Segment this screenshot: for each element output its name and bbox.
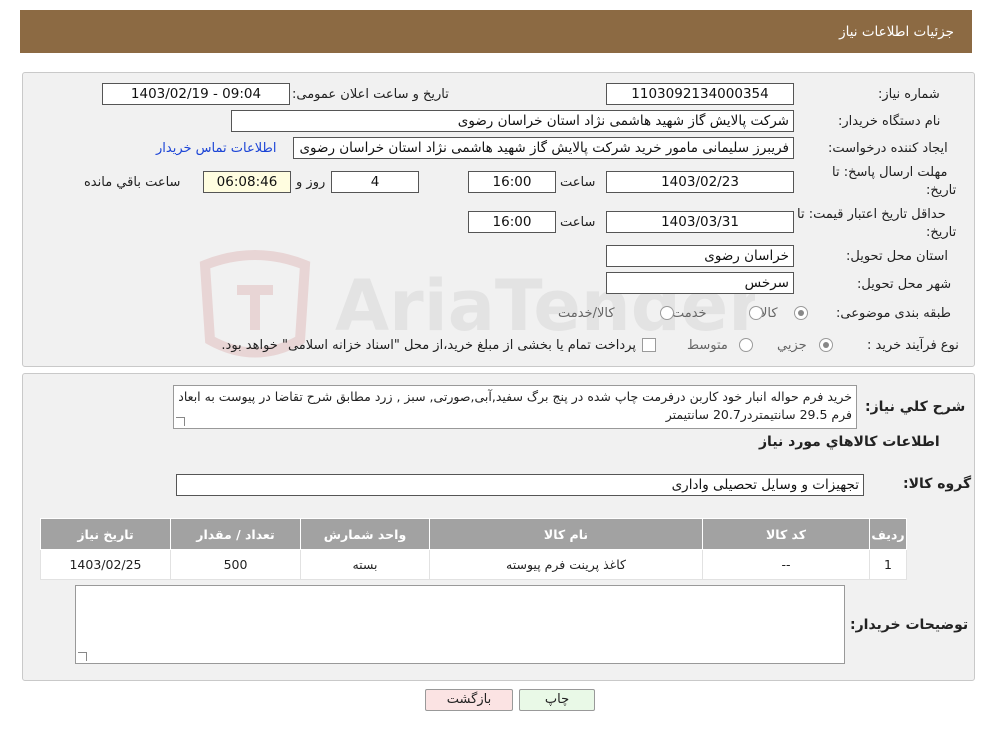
validity-time-field: 16:00 bbox=[468, 211, 556, 233]
deadline-time-field: 16:00 bbox=[468, 171, 556, 193]
process-option-medium: متوسط bbox=[687, 338, 728, 353]
process-note: پرداخت تمام یا بخشی از مبلغ خرید،از محل … bbox=[221, 338, 636, 353]
col-code: کد کالا bbox=[702, 518, 870, 550]
deadline-time-label: ساعت bbox=[560, 175, 596, 190]
treasury-checkbox[interactable] bbox=[642, 338, 656, 352]
page-title: جزئیات اطلاعات نیاز bbox=[839, 24, 954, 40]
announce-label: تاریخ و ساعت اعلان عمومی: bbox=[292, 87, 449, 102]
cell-code: -- bbox=[702, 549, 870, 580]
cell-qty: 500 bbox=[170, 549, 301, 580]
back-button[interactable]: بازگشت bbox=[425, 689, 513, 711]
goods-section-title: اطلاعات کالاهاي مورد نياز bbox=[759, 434, 940, 450]
days-remaining-field: 4 bbox=[331, 171, 419, 193]
province-field: خراسان رضوی bbox=[606, 245, 794, 267]
category-radio-goods-service[interactable] bbox=[660, 306, 674, 320]
creator-label: ایجاد کننده درخواست: bbox=[828, 141, 948, 156]
cell-date: 1403/02/25 bbox=[40, 549, 171, 580]
print-button[interactable]: چاپ bbox=[519, 689, 595, 711]
validity-date-field: 1403/03/31 bbox=[606, 211, 794, 233]
resize-handle-icon[interactable] bbox=[78, 652, 87, 661]
table-header-row: ردیف کد کالا نام کالا واحد شمارش تعداد /… bbox=[40, 518, 907, 550]
deadline-label: مهلت ارسال پاسخ: تا bbox=[832, 165, 948, 180]
category-radio-service[interactable] bbox=[749, 306, 763, 320]
col-qty: تعداد / مقدار bbox=[170, 518, 301, 550]
validity-date-label: تاریخ: bbox=[926, 225, 957, 240]
description-textarea[interactable]: خرید فرم حواله انبار خود کاربن درفرمت چا… bbox=[173, 385, 857, 429]
process-radio-medium[interactable] bbox=[739, 338, 753, 352]
creator-field: فریبرز سلیمانی مامور خرید شرکت پالایش گا… bbox=[293, 137, 794, 159]
cell-row: 1 bbox=[869, 549, 907, 580]
category-option-goods-service: کالا/خدمت bbox=[558, 306, 615, 321]
resize-handle-icon[interactable] bbox=[176, 417, 185, 426]
deadline-date-label: تاریخ: bbox=[926, 183, 957, 198]
page-header: جزئیات اطلاعات نیاز bbox=[20, 10, 972, 53]
remaining-time-field: 06:08:46 bbox=[203, 171, 291, 193]
announce-datetime-field: 1403/02/19 - 09:04 bbox=[102, 83, 290, 105]
items-table-container: ردیف کد کالا نام کالا واحد شمارش تعداد /… bbox=[40, 518, 907, 580]
goods-group-label: گروه کالا: bbox=[903, 476, 972, 492]
category-option-service: خدمت bbox=[672, 306, 707, 321]
category-label: طبقه بندی موضوعی: bbox=[836, 306, 952, 321]
deadline-date-field: 1403/02/23 bbox=[606, 171, 794, 193]
buyer-notes-label: توضیحات خریدار: bbox=[850, 617, 969, 633]
province-label: استان محل تحویل: bbox=[846, 249, 948, 264]
need-number-label: شماره نیاز: bbox=[878, 87, 940, 102]
process-label: نوع فرآیند خرید : bbox=[867, 338, 959, 353]
remaining-label: ساعت باقي مانده bbox=[84, 175, 181, 190]
description-text: خرید فرم حواله انبار خود کاربن درفرمت چا… bbox=[178, 389, 852, 422]
category-radio-goods[interactable] bbox=[794, 306, 808, 320]
need-number-field: 1103092134000354 bbox=[606, 83, 794, 105]
col-row: ردیف bbox=[869, 518, 907, 550]
validity-time-label: ساعت bbox=[560, 215, 596, 230]
buyer-org-label: نام دستگاه خریدار: bbox=[838, 114, 941, 129]
goods-group-field: تجهیزات و وسایل تحصیلی واداری bbox=[176, 474, 864, 496]
items-table: ردیف کد کالا نام کالا واحد شمارش تعداد /… bbox=[40, 518, 907, 580]
days-label: روز و bbox=[296, 175, 326, 190]
process-radio-partial[interactable] bbox=[819, 338, 833, 352]
col-name: نام کالا bbox=[429, 518, 703, 550]
buyer-org-field: شرکت پالایش گاز شهید هاشمی نژاد استان خر… bbox=[231, 110, 794, 132]
process-option-partial: جزیي bbox=[777, 338, 807, 353]
buyer-notes-textarea[interactable] bbox=[75, 585, 845, 664]
description-label: شرح کلي نياز: bbox=[865, 399, 966, 415]
city-label: شهر محل تحویل: bbox=[857, 277, 952, 292]
table-row: 1 -- کاغذ پرینت فرم پیوسته بسته 500 1403… bbox=[40, 549, 907, 580]
buyer-contact-link[interactable]: اطلاعات تماس خریدار bbox=[156, 141, 276, 156]
col-unit: واحد شمارش bbox=[300, 518, 430, 550]
cell-name: کاغذ پرینت فرم پیوسته bbox=[429, 549, 703, 580]
cell-unit: بسته bbox=[300, 549, 430, 580]
city-field: سرخس bbox=[606, 272, 794, 294]
col-date: تاریخ نیاز bbox=[40, 518, 171, 550]
validity-label: حداقل تاریخ اعتبار قیمت: تا bbox=[797, 207, 946, 222]
